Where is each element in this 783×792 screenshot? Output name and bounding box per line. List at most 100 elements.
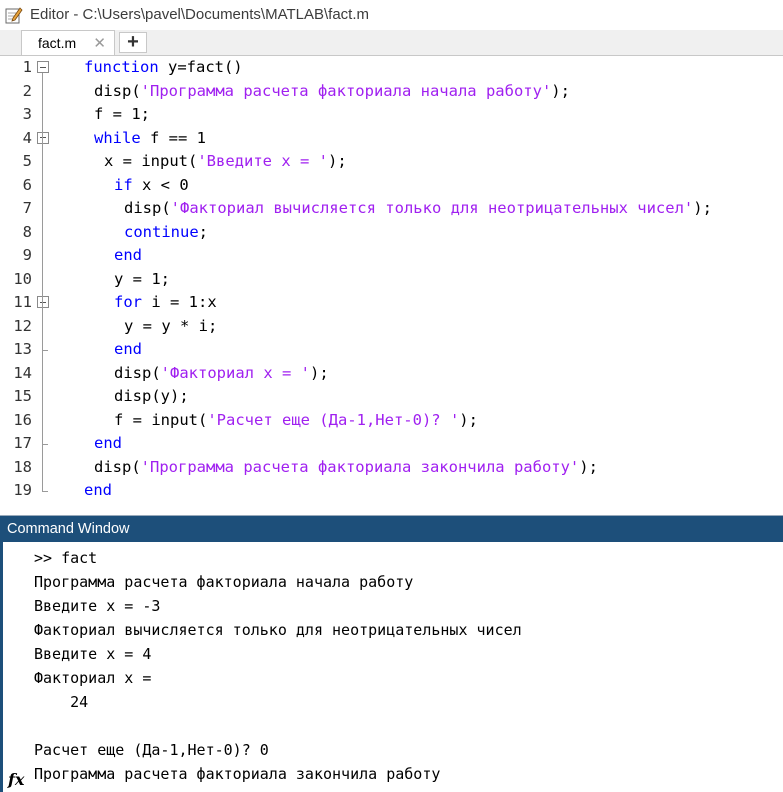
code-line[interactable]: 12 y = y * i; bbox=[0, 315, 783, 339]
line-number: 3 bbox=[22, 105, 32, 123]
code-text: continue; bbox=[124, 221, 208, 245]
line-number: 17 bbox=[13, 434, 32, 452]
code-text: disp('Факториал x = '); bbox=[114, 362, 329, 386]
code-token: ); bbox=[327, 152, 347, 170]
string-token: 'Факториал вычисляется только для неотри… bbox=[170, 199, 694, 217]
code-text: disp('Программа расчета факториала начал… bbox=[94, 80, 570, 104]
code-token: i = 1:x bbox=[142, 293, 217, 311]
code-token: f == 1 bbox=[140, 128, 206, 147]
line-number: 9 bbox=[22, 246, 32, 264]
fx-prompt-icon[interactable]: fx bbox=[8, 770, 24, 789]
fold-toggle-icon[interactable] bbox=[37, 131, 49, 144]
code-token: f = input( bbox=[114, 410, 208, 429]
code-line[interactable]: 19 end bbox=[0, 479, 783, 503]
code-text: disp(y); bbox=[114, 385, 189, 409]
code-line[interactable]: 5 x = input('Введите x = '); bbox=[0, 150, 783, 174]
code-token: disp(y); bbox=[114, 387, 189, 405]
command-window-body[interactable]: >> fact Программа расчета факториала нача… bbox=[0, 542, 783, 792]
fold-end-marker bbox=[42, 350, 48, 351]
fold-end-marker bbox=[42, 491, 48, 492]
code-line[interactable]: 18 disp('Программа расчета факториала зак… bbox=[0, 456, 783, 480]
editor-tab-strip: fact.m ✕ + bbox=[0, 30, 783, 56]
add-tab-button[interactable]: + bbox=[119, 32, 147, 53]
code-text: function y=fact() bbox=[84, 56, 243, 80]
keyword-token: end bbox=[114, 246, 142, 264]
code-text: disp('Факториал вычисляется только для н… bbox=[124, 197, 712, 221]
command-output-line: Программа расчета факториала начала рабо… bbox=[34, 573, 414, 591]
command-output-line: Программа расчета факториала закончила р… bbox=[34, 765, 441, 783]
fold-guide-line bbox=[42, 308, 43, 350]
line-number: 6 bbox=[22, 175, 32, 194]
keyword-token: end bbox=[84, 481, 112, 499]
command-output-line: >> fact bbox=[34, 549, 98, 567]
code-text: disp('Программа расчета факториала закон… bbox=[94, 456, 598, 480]
line-number: 10 bbox=[13, 269, 32, 288]
code-line[interactable]: 10 y = 1; bbox=[0, 268, 783, 292]
code-text: y = y * i; bbox=[124, 315, 217, 339]
code-line[interactable]: 3 f = 1; bbox=[0, 103, 783, 127]
code-line[interactable]: 6 if x < 0 bbox=[0, 174, 783, 198]
command-output-line: Факториал вычисляется только для неотриц… bbox=[34, 621, 522, 639]
window-title: Editor - C:\Users\pavel\Documents\MATLAB… bbox=[30, 6, 369, 23]
code-text: f = input('Расчет еще (Да-1,Нет-0)? '); bbox=[114, 409, 478, 433]
code-token: ); bbox=[309, 363, 329, 382]
string-token: 'Расчет еще (Да-1,Нет-0)? ' bbox=[207, 410, 460, 429]
editor-title-bar: Editor - C:\Users\pavel\Documents\MATLAB… bbox=[0, 0, 783, 31]
tab-fact-m[interactable]: fact.m ✕ bbox=[21, 30, 115, 55]
fold-toggle-icon[interactable] bbox=[37, 296, 49, 308]
code-line[interactable]: 2 disp('Программа расчета факториала нача… bbox=[0, 80, 783, 104]
code-line[interactable]: 17 end bbox=[0, 432, 783, 456]
close-tab-icon[interactable]: ✕ bbox=[93, 34, 106, 52]
keyword-token: if bbox=[114, 175, 133, 194]
code-editor[interactable]: 1 function y=fact() 2 disp('Программа расче… bbox=[0, 56, 783, 510]
keyword-token: end bbox=[114, 340, 142, 358]
line-number: 18 bbox=[13, 457, 32, 476]
keyword-token: continue bbox=[124, 222, 199, 241]
line-number: 14 bbox=[13, 363, 32, 382]
line-number: 7 bbox=[22, 199, 32, 217]
line-number: 4 bbox=[22, 128, 32, 147]
code-line[interactable]: 11 for i = 1:x bbox=[0, 291, 783, 315]
command-output-line: 24 bbox=[34, 693, 89, 711]
keyword-token: function bbox=[84, 58, 159, 76]
line-number: 19 bbox=[13, 481, 32, 499]
code-token: ); bbox=[579, 457, 598, 476]
command-output-line: Факториал x = bbox=[34, 669, 152, 687]
pencil-note-icon bbox=[5, 7, 23, 24]
code-line[interactable]: 9 end bbox=[0, 244, 783, 268]
code-token: ); bbox=[551, 81, 570, 100]
fold-guide-line bbox=[42, 143, 43, 444]
code-line[interactable]: 4 while f == 1 bbox=[0, 127, 783, 151]
fold-toggle-icon[interactable] bbox=[37, 61, 49, 73]
code-line[interactable]: 13 end bbox=[0, 338, 783, 362]
code-line[interactable]: 7 disp('Факториал вычисляется только для … bbox=[0, 197, 783, 221]
code-text: end bbox=[84, 479, 112, 503]
line-number: 2 bbox=[22, 81, 32, 100]
command-window-header: Command Window bbox=[0, 515, 783, 543]
line-number: 13 bbox=[13, 340, 32, 358]
code-line[interactable]: 1 function y=fact() bbox=[0, 56, 783, 80]
code-line[interactable]: 14 disp('Факториал x = '); bbox=[0, 362, 783, 386]
code-line[interactable]: 16 f = input('Расчет еще (Да-1,Нет-0)? ')… bbox=[0, 409, 783, 433]
keyword-token: for bbox=[114, 293, 142, 311]
code-token: y = 1; bbox=[114, 269, 170, 288]
tab-label: fact.m bbox=[38, 35, 77, 51]
code-token: disp( bbox=[94, 457, 141, 476]
code-text: f = 1; bbox=[94, 103, 150, 127]
code-text: x = input('Введите x = '); bbox=[104, 150, 347, 174]
code-line[interactable]: 8 continue; bbox=[0, 221, 783, 245]
code-text: end bbox=[114, 244, 142, 268]
command-output-line: Введите x = -3 bbox=[34, 597, 161, 615]
code-text: for i = 1:x bbox=[114, 291, 217, 315]
code-text: y = 1; bbox=[114, 268, 170, 292]
code-text: if x < 0 bbox=[114, 174, 189, 198]
code-token: disp( bbox=[124, 199, 171, 217]
fold-end-marker bbox=[42, 444, 48, 445]
code-token: f = 1; bbox=[94, 105, 150, 123]
string-token: 'Факториал x = ' bbox=[160, 363, 310, 382]
line-number: 15 bbox=[13, 387, 32, 405]
code-line[interactable]: 15 disp(y); bbox=[0, 385, 783, 409]
code-token: x < 0 bbox=[132, 175, 189, 194]
line-number: 12 bbox=[13, 316, 32, 335]
code-token: ); bbox=[459, 410, 478, 429]
